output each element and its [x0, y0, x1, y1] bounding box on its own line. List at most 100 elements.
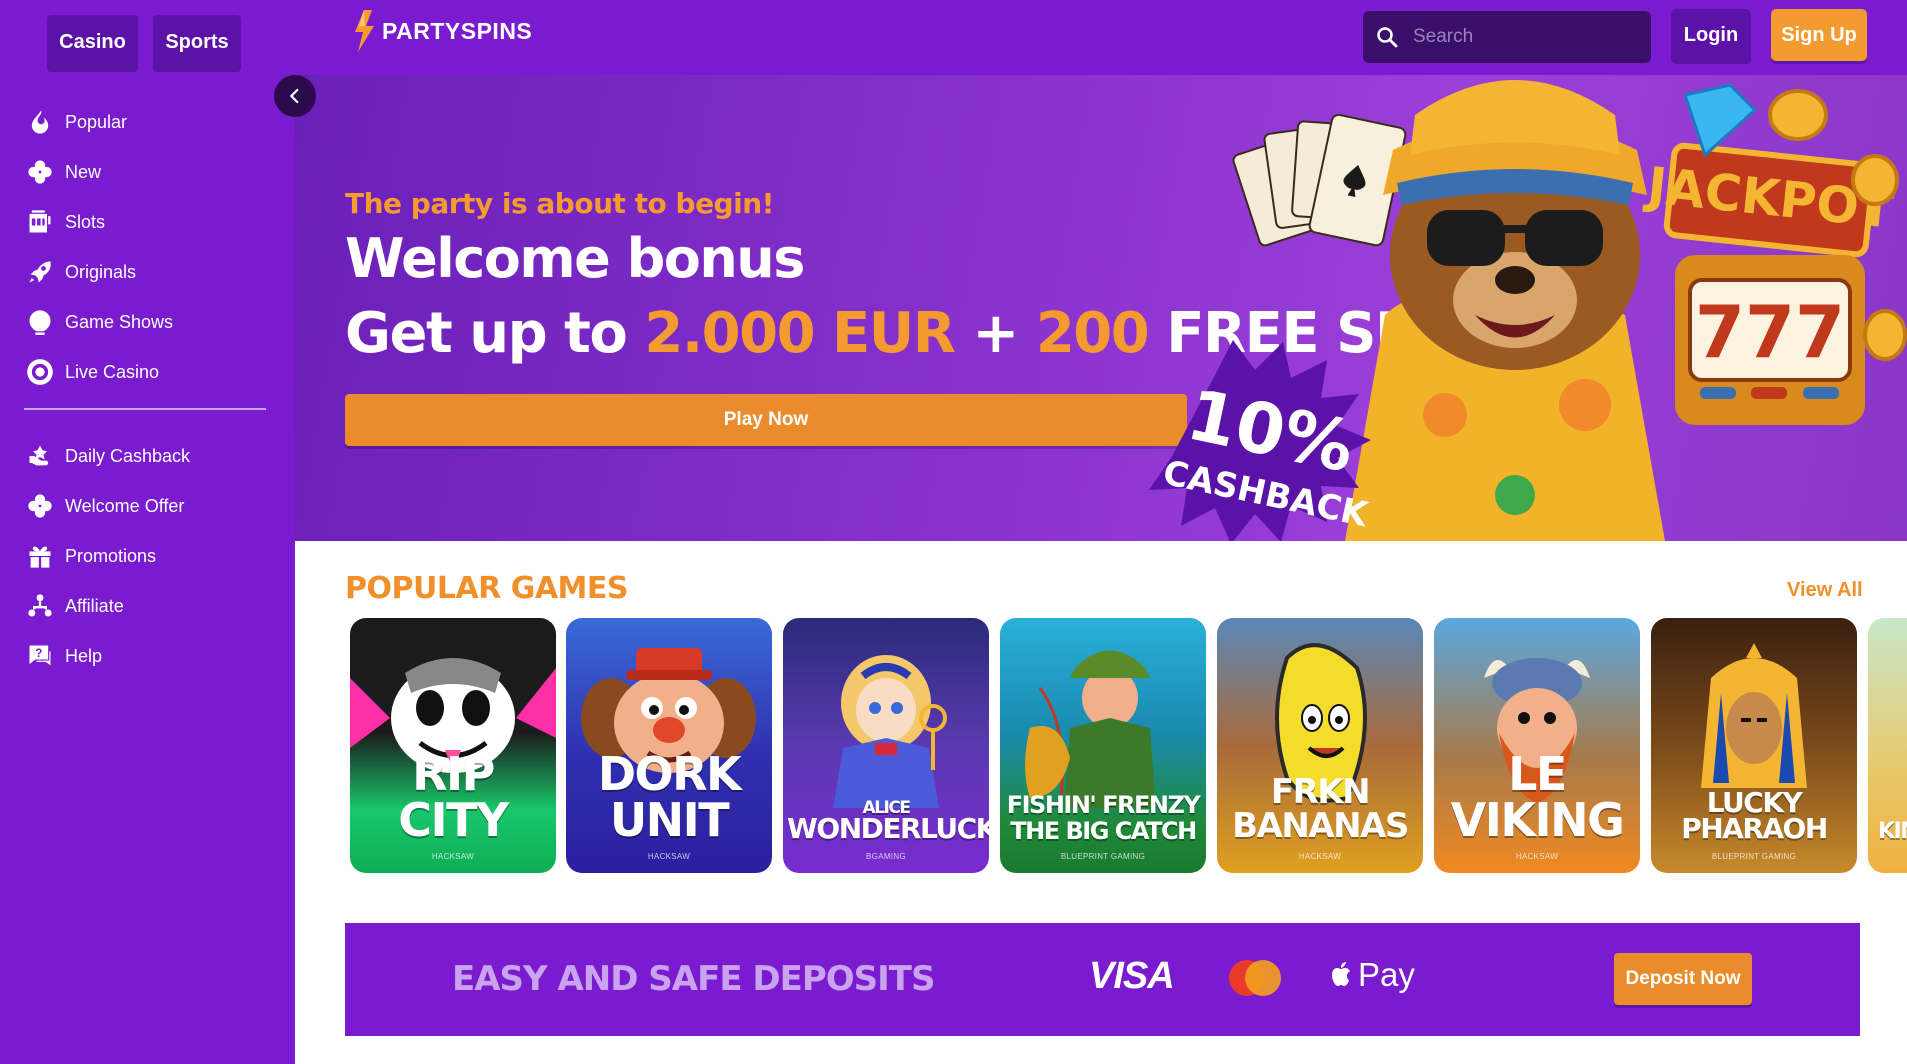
- game-title-line2: PHARAOH: [1681, 812, 1828, 845]
- network-icon: [24, 590, 56, 622]
- sidebar-item-game-shows[interactable]: Game Shows: [24, 297, 274, 347]
- clover-icon: [24, 156, 56, 188]
- hero-illustration: JACKPOT 777 10% CASHBACK: [1149, 80, 1907, 541]
- game-card-le-viking[interactable]: LE VIKING HACKSAW: [1434, 618, 1640, 873]
- sidebar-item-live-casino[interactable]: Live Casino: [24, 347, 274, 397]
- sidebar-item-label: Help: [65, 645, 103, 666]
- play-now-button[interactable]: Play Now: [345, 394, 1187, 446]
- lightning-bolt-icon: [355, 10, 374, 52]
- sidebar-item-label: Live Casino: [65, 361, 160, 382]
- sidebar-item-label: Popular: [65, 111, 128, 132]
- sidebar-item-new[interactable]: New: [24, 147, 274, 197]
- sidebar-item-label: Originals: [65, 261, 137, 282]
- sidebar-item-label: Affiliate: [65, 595, 124, 616]
- mastercard-icon: [1229, 960, 1281, 996]
- game-title-line2: THE BIG CATCH: [1010, 817, 1197, 845]
- sidebar-nav-primary: Popular New Slots Originals Game Shows L…: [24, 97, 274, 397]
- help-chat-icon: ?: [24, 640, 56, 672]
- apple-pay-logo: Pay: [1330, 956, 1415, 994]
- search-icon: [1377, 27, 1398, 48]
- brand-logo[interactable]: PARTYSPINS: [350, 8, 532, 54]
- game-provider: BGAMING: [866, 852, 906, 861]
- search-box[interactable]: [1363, 11, 1651, 63]
- game-title-line1: FISHIN' FRENZY: [1006, 791, 1201, 819]
- slot-machine-icon: [24, 206, 56, 238]
- hero-banner: The party is about to begin! Welcome bon…: [295, 75, 1907, 541]
- game-title-line2: WONDERLUCK: [787, 812, 989, 845]
- game-card-frkn-bananas[interactable]: FRKN BANANAS HACKSAW: [1217, 618, 1423, 873]
- game-card-partial[interactable]: KIN: [1868, 618, 1907, 873]
- game-title: LE VIKING: [1450, 747, 1625, 847]
- sidebar-item-label: Welcome Offer: [65, 495, 185, 516]
- coin-icon: [1863, 309, 1907, 361]
- svg-text:?: ?: [35, 647, 42, 660]
- game-card-fishin-frenzy[interactable]: FISHIN' FRENZY THE BIG CATCH BLUEPRINT G…: [1000, 618, 1206, 873]
- visa-logo: VISA: [1089, 955, 1175, 997]
- sidebar: Casino Sports Popular New Slots Original…: [0, 0, 295, 1064]
- sidebar-item-welcome-offer[interactable]: Welcome Offer: [24, 481, 274, 531]
- game-card-dork-unit[interactable]: DORK UNIT HACKSAW: [566, 618, 772, 873]
- game-title: DORK UNIT: [597, 747, 742, 847]
- sidebar-item-daily-cashback[interactable]: Daily Cashback: [24, 431, 274, 481]
- coin-icon: [1851, 154, 1899, 206]
- signup-button[interactable]: Sign Up: [1771, 9, 1867, 61]
- login-button[interactable]: Login: [1671, 9, 1751, 61]
- clover-icon: [24, 490, 56, 522]
- game-card-lucky-pharaoh[interactable]: LUCKY PHARAOH BLUEPRINT GAMING: [1651, 618, 1857, 873]
- offer-amount: 2.000 EUR: [644, 301, 955, 366]
- game-provider: BLUEPRINT GAMING: [1711, 852, 1797, 861]
- game-title: KIN: [1878, 819, 1907, 844]
- sidebar-item-originals[interactable]: Originals: [24, 247, 274, 297]
- tab-sports[interactable]: Sports: [153, 15, 241, 69]
- coin-icon: [1768, 89, 1828, 141]
- top-header: PARTYSPINS Login Sign Up: [295, 0, 1907, 75]
- apple-icon: [1332, 962, 1350, 986]
- game-provider: HACKSAW: [431, 852, 475, 861]
- sidebar-divider: [24, 408, 266, 410]
- deposits-title: EASY AND SAFE DEPOSITS: [452, 959, 935, 999]
- game-card-alice-wonderluck[interactable]: ALICE WONDERLUCK BGAMING: [783, 618, 989, 873]
- apple-pay-label: Pay: [1358, 956, 1415, 993]
- game-title: RIP CITY: [398, 747, 509, 847]
- offer-prefix: Get up to: [345, 301, 645, 366]
- sidebar-nav-secondary: Daily Cashback Welcome Offer Promotions …: [24, 431, 274, 681]
- cashback-hand-icon: [24, 440, 56, 472]
- poker-chip-icon: [24, 356, 56, 388]
- sidebar-item-promotions[interactable]: Promotions: [24, 531, 274, 581]
- sidebar-item-label: Game Shows: [65, 311, 174, 332]
- sidebar-collapse-button[interactable]: [274, 75, 316, 117]
- hero-tagline: The party is about to begin!: [345, 187, 774, 220]
- reel-digits: 777: [1695, 290, 1845, 374]
- sidebar-item-slots[interactable]: Slots: [24, 197, 274, 247]
- gift-icon: [24, 540, 56, 572]
- tab-casino[interactable]: Casino: [47, 15, 138, 69]
- game-card-rip-city[interactable]: RIP CITY HACKSAW: [350, 618, 556, 873]
- sidebar-item-popular[interactable]: Popular: [24, 97, 274, 147]
- mode-tabs: Casino Sports: [47, 15, 241, 69]
- game-provider: BLUEPRINT GAMING: [1060, 852, 1146, 861]
- sidebar-item-help[interactable]: ? Help: [24, 631, 274, 681]
- view-all-link[interactable]: View All: [1787, 579, 1863, 602]
- game-provider: HACKSAW: [1298, 852, 1342, 861]
- sidebar-item-label: Promotions: [65, 545, 157, 566]
- game-provider: HACKSAW: [647, 852, 691, 861]
- prize-wheel-icon: [24, 306, 56, 338]
- flame-icon: [24, 106, 56, 138]
- game-provider: HACKSAW: [1515, 852, 1559, 861]
- rocket-icon: [24, 256, 56, 288]
- sidebar-item-affiliate[interactable]: Affiliate: [24, 581, 274, 631]
- offer-plus: +: [954, 301, 1036, 366]
- sidebar-item-label: New: [65, 161, 102, 182]
- logo-text: PARTYSPINS: [382, 17, 533, 44]
- cashback-badge: 10% CASHBACK: [1149, 340, 1373, 541]
- games-carousel: RIP CITY HACKSAW DORK UNIT HACKSAW ALICE…: [350, 618, 1907, 874]
- sidebar-item-label: Slots: [65, 211, 106, 232]
- deposits-banner: EASY AND SAFE DEPOSITS VISA Pay Deposit …: [345, 923, 1860, 1036]
- chevron-left-icon: [290, 88, 299, 104]
- sidebar-item-label: Daily Cashback: [65, 445, 191, 466]
- deposit-now-button[interactable]: Deposit Now: [1614, 953, 1752, 1005]
- game-title: FRKN BANANAS: [1232, 772, 1409, 846]
- playing-cards-icon: [1232, 113, 1407, 247]
- popular-games-title: POPULAR GAMES: [345, 571, 629, 606]
- search-input[interactable]: [1413, 26, 1633, 48]
